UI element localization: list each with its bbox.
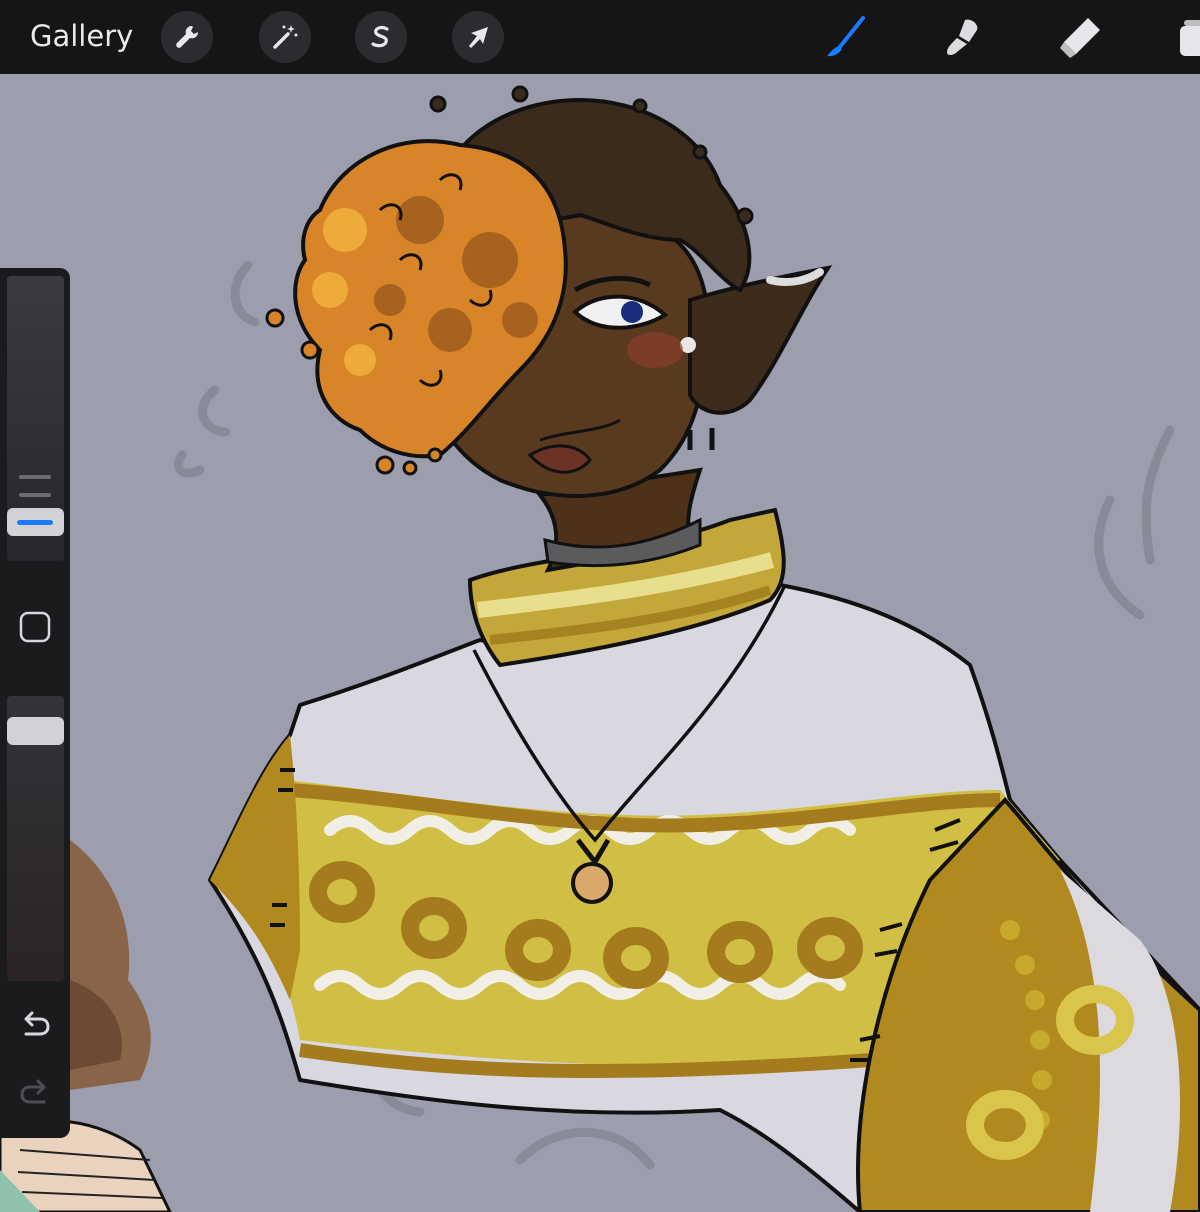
magic-wand-icon <box>273 25 298 49</box>
left-sidebar <box>0 268 70 1138</box>
modify-button[interactable] <box>13 605 57 649</box>
undo-icon <box>24 1011 50 1036</box>
drawing-canvas[interactable] <box>0 74 1200 1212</box>
smudge-icon <box>947 19 978 55</box>
redo-button[interactable] <box>13 1070 57 1114</box>
eraser-tool-button[interactable] <box>1052 10 1108 66</box>
character-illustration <box>0 85 1200 1212</box>
eraser-icon <box>1060 18 1100 58</box>
arrow-cursor-icon <box>469 27 488 48</box>
top-toolbar: Gallery <box>0 0 1200 74</box>
wrench-icon <box>176 25 199 48</box>
brush-icon <box>827 16 865 57</box>
brush-size-thumb[interactable] <box>7 508 64 536</box>
smudge-tool-button[interactable] <box>933 10 989 66</box>
redo-icon <box>20 1079 46 1104</box>
brush-tool-button[interactable] <box>817 10 873 66</box>
adjustments-button[interactable] <box>259 11 311 63</box>
active-size-indicator <box>17 520 53 525</box>
gallery-button[interactable]: Gallery <box>30 18 133 54</box>
undo-button[interactable] <box>13 1002 57 1046</box>
transform-button[interactable] <box>452 11 504 63</box>
opacity-thumb[interactable] <box>7 717 64 745</box>
actions-button[interactable] <box>161 11 213 63</box>
slider-grip-icon <box>19 493 51 497</box>
selection-s-icon <box>371 26 389 48</box>
selection-button[interactable] <box>355 11 407 63</box>
modify-square-icon <box>19 611 51 643</box>
layers-icon <box>1180 20 1200 56</box>
slider-grip-icon <box>19 475 51 479</box>
layers-button[interactable] <box>1168 10 1200 66</box>
